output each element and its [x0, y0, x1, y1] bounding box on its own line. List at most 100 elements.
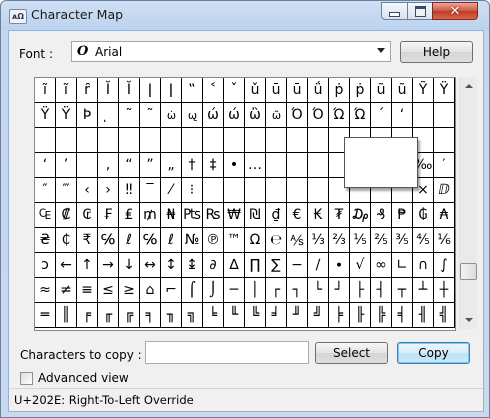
character-cell[interactable]: ₳	[434, 203, 455, 228]
character-cell[interactable]: ≥	[119, 278, 140, 303]
character-cell[interactable]: ”	[140, 153, 161, 178]
character-cell[interactable]: ⅙	[434, 228, 455, 253]
character-cell[interactable]: ṗ	[329, 78, 350, 103]
character-cell[interactable]: Ÿ	[434, 78, 455, 103]
character-cell[interactable]: └	[308, 278, 329, 303]
advanced-view-option[interactable]: Advanced view	[20, 371, 129, 385]
character-cell[interactable]: ũ	[392, 78, 413, 103]
character-cell[interactable]	[203, 128, 224, 153]
character-cell[interactable]: “	[119, 153, 140, 178]
character-cell[interactable]: ╡	[392, 303, 413, 328]
character-cell[interactable]: ™	[224, 228, 245, 253]
advanced-view-label[interactable]: Advanced view	[38, 371, 129, 385]
characters-to-copy-input[interactable]	[145, 341, 309, 364]
character-cell[interactable]: ←	[56, 253, 77, 278]
character-cell[interactable]: ℓ	[119, 228, 140, 253]
character-cell[interactable]: ╟	[350, 303, 371, 328]
character-cell[interactable]: ˂	[203, 78, 224, 103]
character-cell[interactable]: ╚	[245, 303, 266, 328]
character-cell[interactable]: ₧	[182, 203, 203, 228]
character-cell[interactable]: ↄ	[35, 253, 56, 278]
character-cell[interactable]: ∩	[413, 253, 434, 278]
character-cell[interactable]: ₫	[266, 203, 287, 228]
character-cell[interactable]: ↓	[119, 253, 140, 278]
character-cell[interactable]: Ỹ	[413, 78, 434, 103]
character-cell[interactable]: ∑	[266, 253, 287, 278]
title-bar[interactable]: ᴀΩ Character Map ✕	[1, 1, 489, 29]
character-cell[interactable]: ∕	[308, 253, 329, 278]
character-cell[interactable]: ’	[56, 153, 77, 178]
character-cell[interactable]: ≤	[98, 278, 119, 303]
character-cell[interactable]: Ώ	[350, 103, 371, 128]
character-cell[interactable]: ⌠	[182, 278, 203, 303]
character-cell[interactable]: ṗ	[350, 78, 371, 103]
character-cell[interactable]: ╢	[413, 303, 434, 328]
character-cell[interactable]: ₪	[245, 203, 266, 228]
character-cell[interactable]: ⁝	[182, 178, 203, 203]
character-cell[interactable]	[308, 178, 329, 203]
character-cell[interactable]: €	[287, 203, 308, 228]
character-cell[interactable]: ℓ	[161, 228, 182, 253]
character-cell[interactable]: ╒	[77, 303, 98, 328]
character-cell[interactable]	[266, 178, 287, 203]
character-cell[interactable]	[182, 128, 203, 153]
character-cell[interactable]	[56, 128, 77, 153]
grid-scrollbar[interactable]	[459, 77, 477, 329]
character-cell[interactable]	[98, 128, 119, 153]
copy-button[interactable]: Copy	[397, 342, 470, 364]
character-cell[interactable]: →	[98, 253, 119, 278]
character-cell[interactable]	[287, 128, 308, 153]
character-cell[interactable]: ₰	[371, 203, 392, 228]
character-cell[interactable]: Ϋ	[35, 103, 56, 128]
character-cell[interactable]: ‘	[392, 103, 413, 128]
character-cell[interactable]	[245, 128, 266, 153]
character-cell[interactable]: ╔	[119, 303, 140, 328]
character-cell[interactable]	[266, 153, 287, 178]
character-cell[interactable]: ┴	[413, 278, 434, 303]
character-cell[interactable]: ┤	[371, 278, 392, 303]
character-cell[interactable]: ˇ	[224, 78, 245, 103]
character-cell[interactable]: ⅕	[350, 228, 371, 253]
character-cell[interactable]: ℅	[98, 228, 119, 253]
character-cell[interactable]: ′	[434, 153, 455, 178]
character-cell[interactable]: ǀ	[140, 78, 161, 103]
character-cell[interactable]: ₯	[350, 203, 371, 228]
character-cell[interactable]: ℅	[140, 228, 161, 253]
character-cell[interactable]: ĩ	[35, 78, 56, 103]
character-cell[interactable]: ⅘	[413, 228, 434, 253]
character-cell[interactable]: ‴	[56, 178, 77, 203]
character-cell[interactable]: −	[287, 253, 308, 278]
character-cell[interactable]: ⅅ	[434, 178, 455, 203]
character-cell[interactable]: ω̃	[266, 103, 287, 128]
character-cell[interactable]: Ĭ	[98, 78, 119, 103]
character-cell[interactable]: ǘ	[308, 78, 329, 103]
advanced-view-checkbox[interactable]	[20, 371, 33, 385]
character-cell[interactable]: ͅ	[98, 103, 119, 128]
character-cell[interactable]: ∟	[392, 253, 413, 278]
scroll-down-icon[interactable]	[465, 318, 473, 322]
character-cell[interactable]: ║	[56, 303, 77, 328]
character-cell[interactable]: ∙	[329, 253, 350, 278]
character-cell[interactable]: ₨	[203, 203, 224, 228]
character-cell[interactable]	[434, 103, 455, 128]
scroll-up-icon[interactable]	[465, 84, 473, 88]
character-cell[interactable]: ┌	[266, 278, 287, 303]
character-cell[interactable]: ∞	[371, 253, 392, 278]
character-cell[interactable]: ⌡	[203, 278, 224, 303]
character-cell[interactable]: ═	[35, 303, 56, 328]
close-button[interactable]: ✕	[432, 2, 478, 20]
character-cell[interactable]	[161, 128, 182, 153]
character-cell[interactable]: ‼	[119, 178, 140, 203]
character-cell[interactable]	[308, 153, 329, 178]
character-cell[interactable]: ȓ	[77, 78, 98, 103]
character-cell[interactable]: ‚	[98, 153, 119, 178]
character-cell[interactable]	[140, 128, 161, 153]
character-cell[interactable]: √	[350, 253, 371, 278]
character-cell[interactable]	[224, 128, 245, 153]
character-cell[interactable]: „	[161, 153, 182, 178]
help-button[interactable]: Help	[400, 41, 473, 63]
character-grid[interactable]: ĩĩȓĬĬǀǀ‟˂ˇǔūūǘṗṗũũỸŸΫΫϷͅ˜˜ω̇ω̢ώώὢω̃ΌΌΏΏ΄…	[34, 77, 456, 331]
character-cell[interactable]: ˜	[140, 103, 161, 128]
character-cell[interactable]: ₱	[392, 203, 413, 228]
character-cell[interactable]: ╓	[98, 303, 119, 328]
